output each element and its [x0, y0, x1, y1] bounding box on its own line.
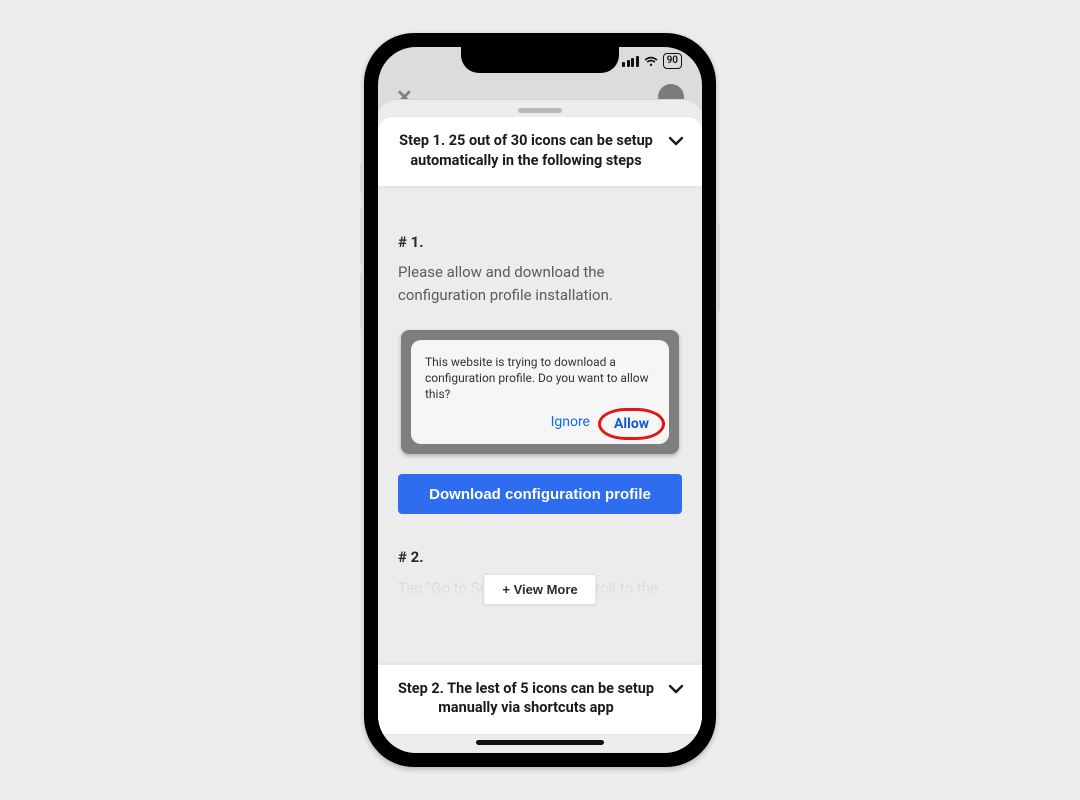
step-1-title: Step 1. 25 out of 30 icons can be setup … [396, 131, 656, 170]
battery-level: 90 [667, 56, 678, 66]
chevron-down-icon [668, 681, 684, 697]
highlight-ring [598, 408, 665, 440]
stage: 90 ✕ Step 1. 25 out of 30 icons can be s… [0, 0, 1080, 800]
volume-down-button [360, 273, 364, 329]
step-2-anchor: Step 2. The lest of 5 icons can be setup… [378, 664, 702, 735]
download-profile-button[interactable]: Download configuration profile [398, 474, 682, 514]
permission-popup-actions: Ignore Allow [425, 414, 655, 434]
phone-screen: 90 ✕ Step 1. 25 out of 30 icons can be s… [378, 47, 702, 753]
section-1-text: Please allow and download the configurat… [398, 261, 682, 308]
permission-popup-message: This website is trying to download a con… [425, 354, 655, 403]
mute-switch [360, 163, 364, 193]
cellular-signal-icon [622, 56, 639, 67]
chevron-down-icon [668, 133, 684, 149]
battery-indicator: 90 [663, 53, 682, 69]
home-indicator[interactable] [476, 740, 604, 745]
permission-popup-mock: This website is trying to download a con… [401, 330, 679, 455]
status-bar: 90 [622, 53, 682, 69]
section-2-label: # 2. [398, 548, 682, 566]
ignore-button: Ignore [551, 414, 590, 434]
permission-popup-inner: This website is trying to download a con… [411, 340, 669, 445]
step-2-header[interactable]: Step 2. The lest of 5 icons can be setup… [378, 664, 702, 735]
notch [461, 47, 619, 73]
sheet-grabber[interactable] [518, 108, 562, 113]
phone-frame: 90 ✕ Step 1. 25 out of 30 icons can be s… [364, 33, 716, 767]
step-1-body: # 1. Please allow and download the confi… [378, 187, 702, 627]
step-2-title: Step 2. The lest of 5 icons can be setup… [396, 679, 656, 718]
wifi-icon [644, 56, 658, 67]
section-1-label: # 1. [398, 233, 682, 251]
volume-up-button [360, 208, 364, 264]
step-1-header[interactable]: Step 1. 25 out of 30 icons can be setup … [378, 117, 702, 187]
power-button [716, 223, 720, 311]
section-2-wrap: # 2. Tap "Go to Settings" below, scroll … [398, 548, 682, 627]
view-more-button[interactable]: + View More [483, 574, 596, 605]
bottom-sheet: Step 1. 25 out of 30 icons can be setup … [378, 99, 702, 753]
allow-button: Allow [608, 414, 655, 434]
